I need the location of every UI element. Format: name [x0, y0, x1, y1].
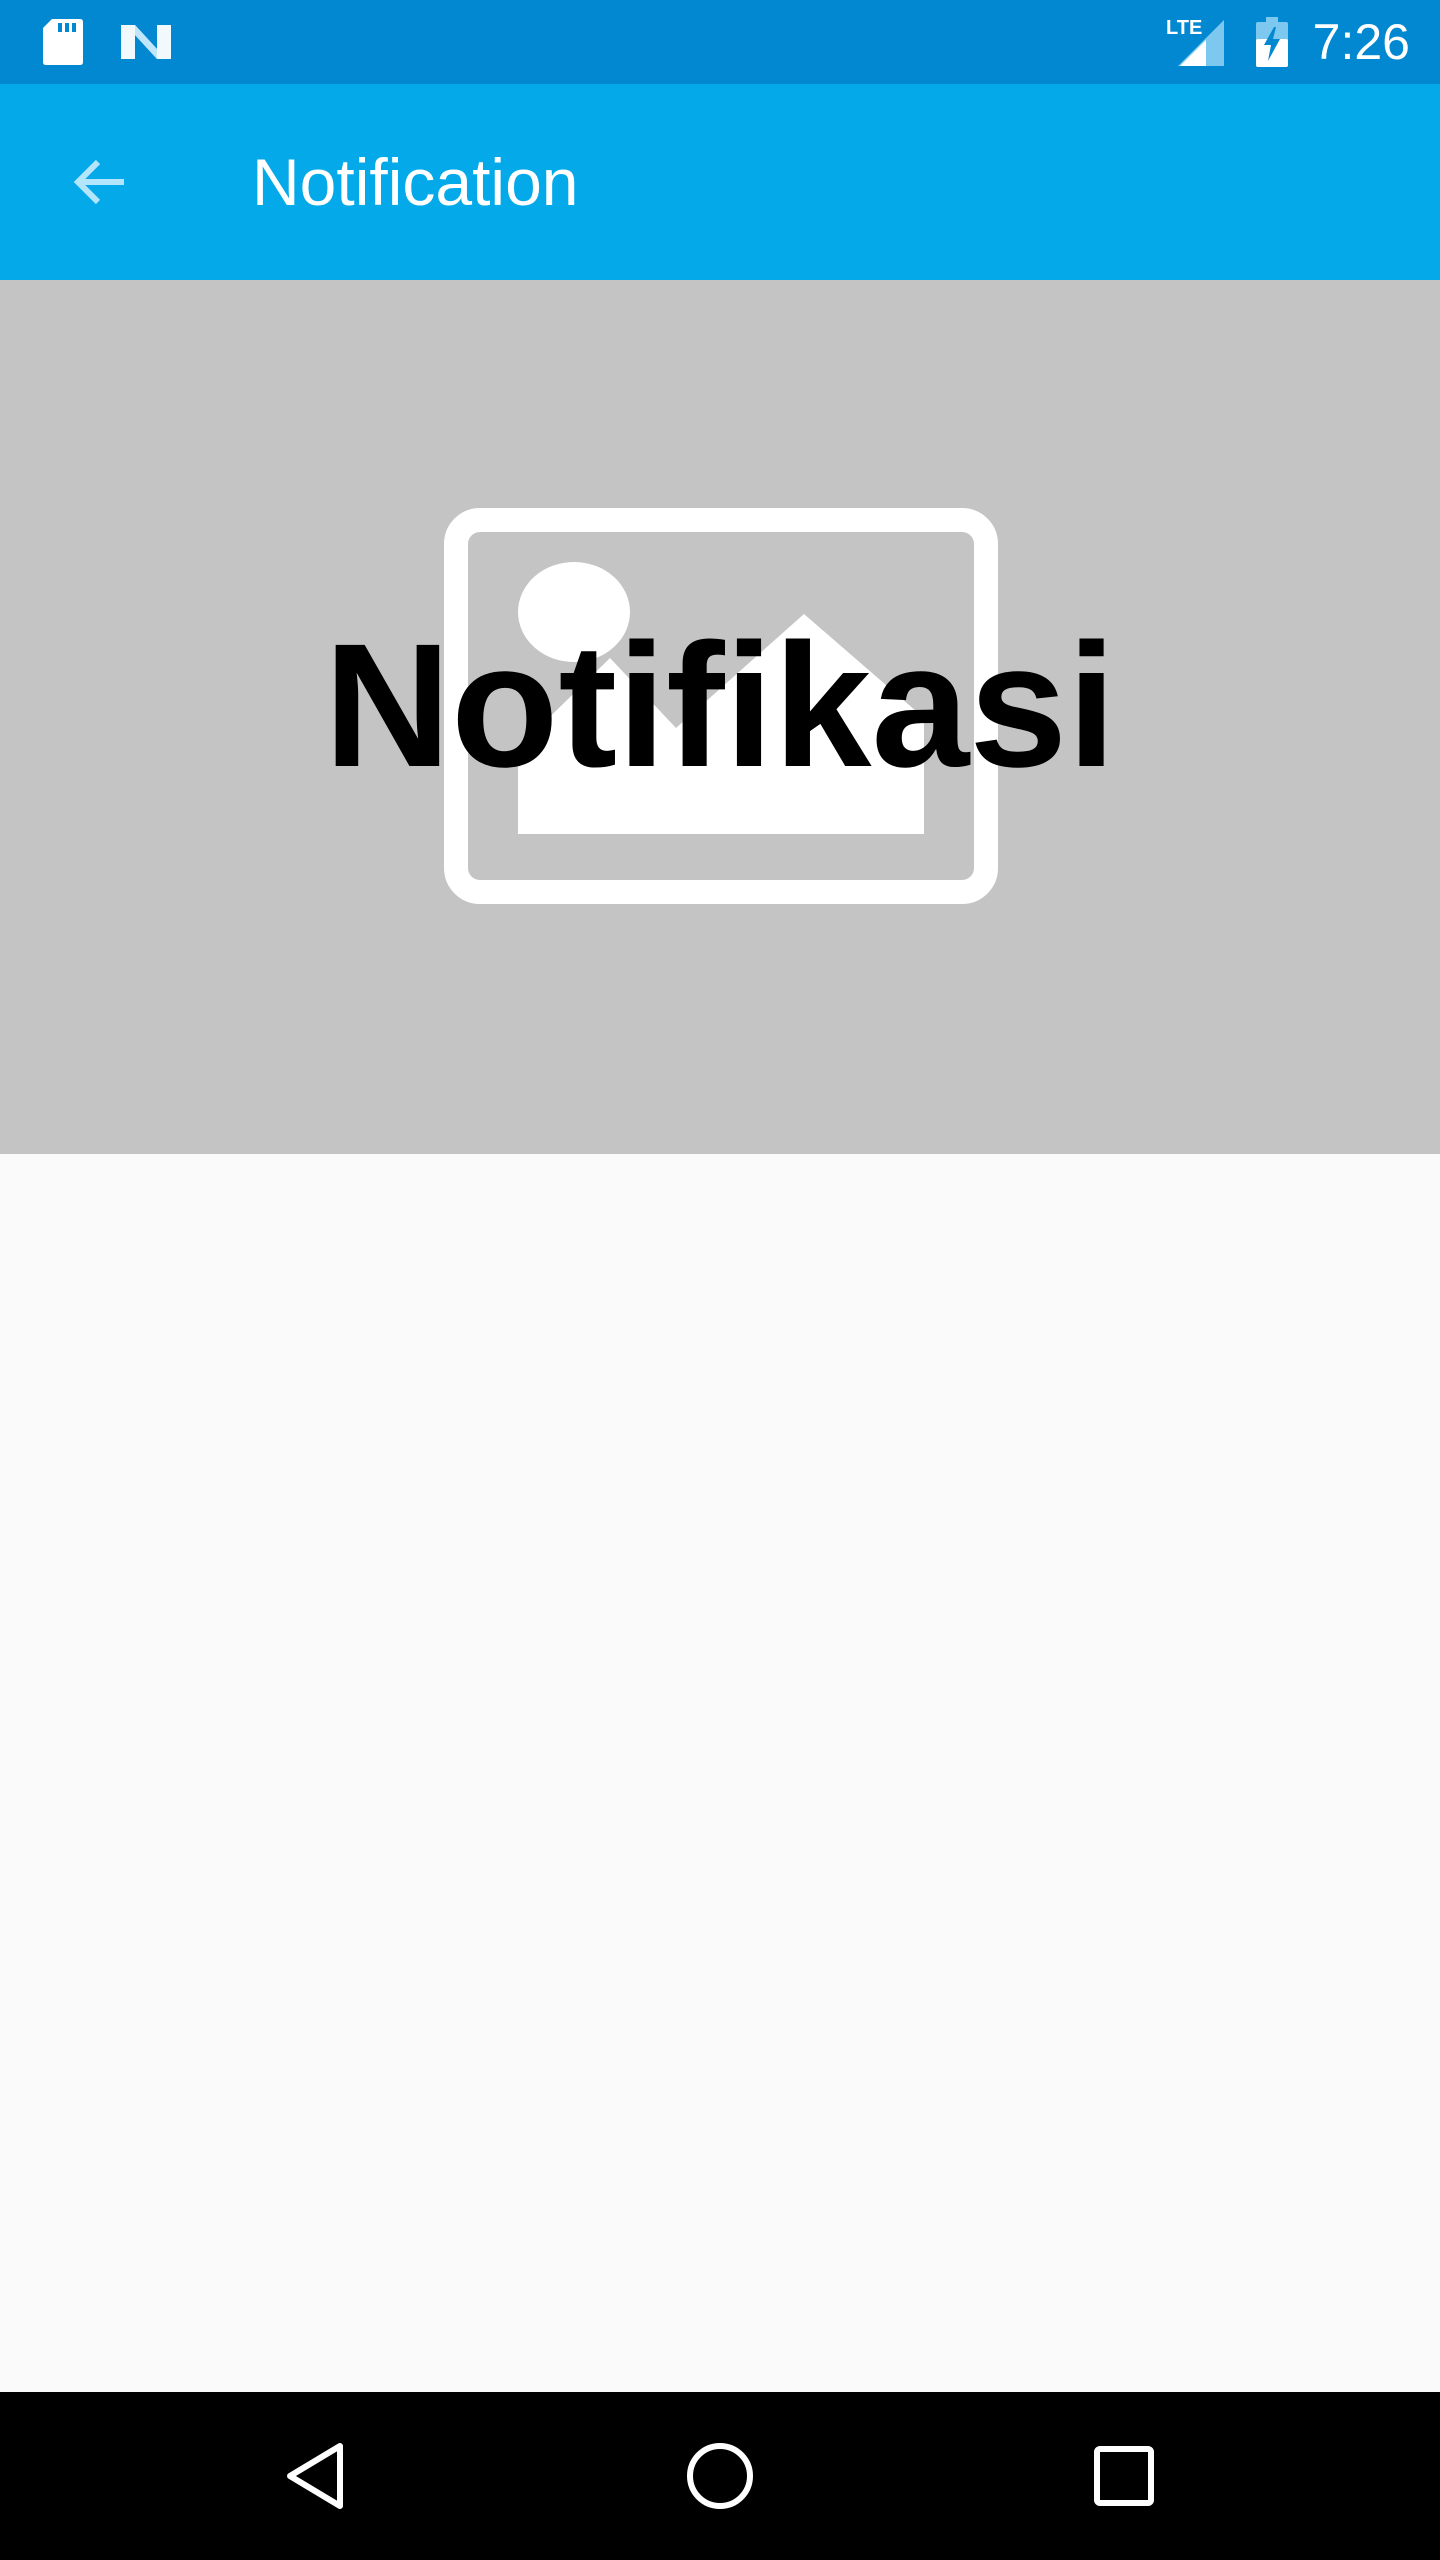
banner-title: Notifikasi — [323, 608, 1117, 804]
status-time: 7:26 — [1312, 14, 1410, 70]
nav-back-button[interactable] — [216, 2392, 416, 2560]
status-bar: LTE 7:26 — [0, 0, 1440, 84]
nav-home-button[interactable] — [620, 2392, 820, 2560]
n-logo-icon — [118, 0, 174, 84]
app-bar: Notification — [0, 84, 1440, 280]
back-triangle-icon — [287, 2443, 343, 2509]
recents-square-icon — [1094, 2446, 1154, 2506]
sd-card-icon — [40, 0, 86, 84]
nav-recents-button[interactable] — [1024, 2392, 1224, 2560]
navigation-bar — [0, 2392, 1440, 2560]
page-title: Notification — [252, 145, 579, 219]
content-area — [0, 1154, 1440, 2392]
svg-text:LTE: LTE — [1166, 17, 1202, 39]
banner: Notifikasi — [0, 280, 1440, 1154]
home-circle-icon — [687, 2443, 753, 2509]
battery-charging-icon — [1252, 0, 1292, 84]
arrow-back-icon — [73, 159, 124, 205]
screen: LTE 7:26 Notification Notifikasi — [0, 0, 1440, 2560]
back-button[interactable] — [48, 130, 152, 234]
lte-signal-icon: LTE — [1160, 0, 1230, 84]
